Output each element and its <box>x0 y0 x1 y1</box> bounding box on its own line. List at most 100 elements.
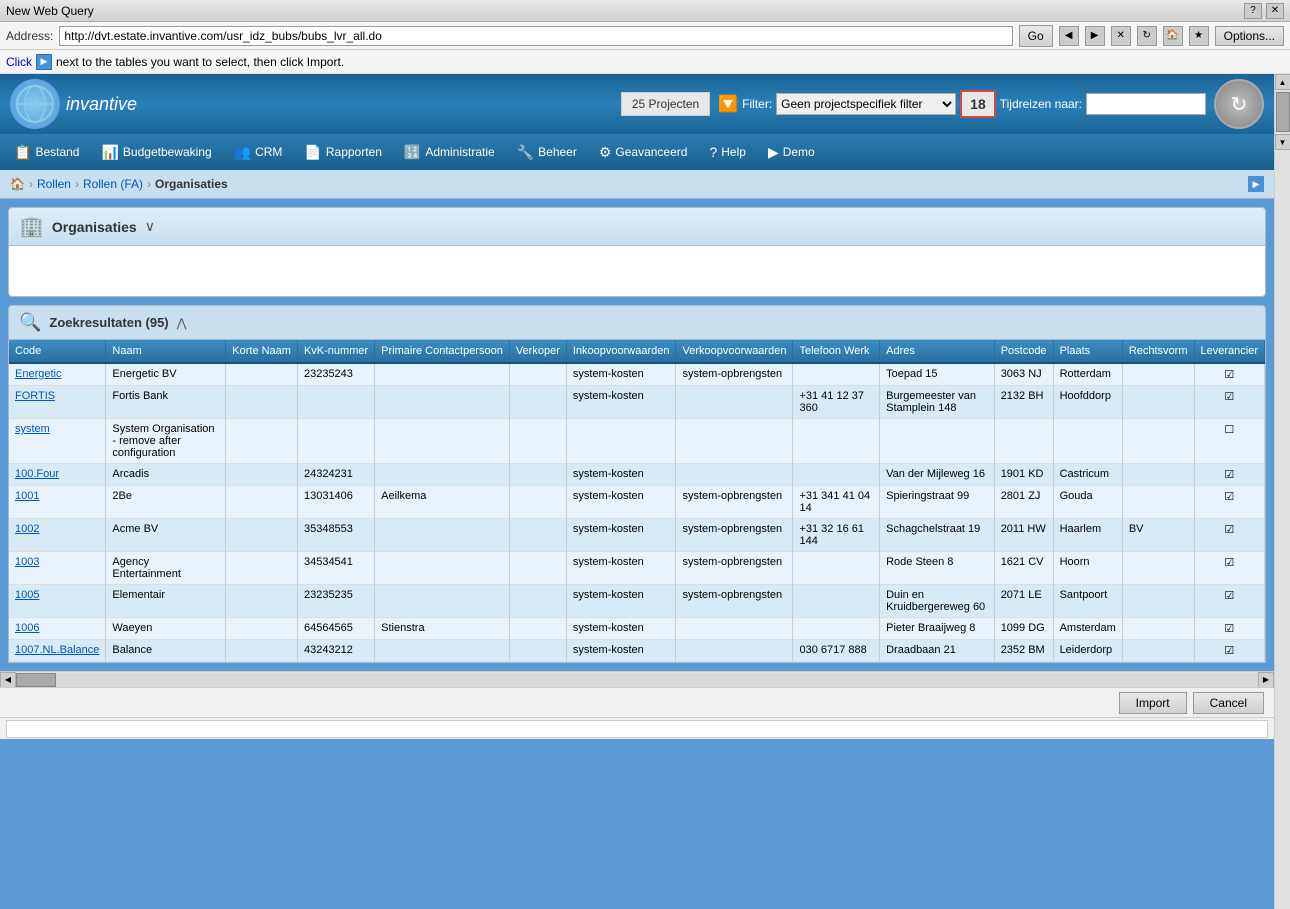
options-button[interactable]: Options... <box>1215 26 1284 46</box>
beheer-icon: 🔧 <box>517 144 534 161</box>
address-bar: Address: Go ◀ ▶ ✕ ↻ 🏠 ★ Options... <box>0 22 1290 50</box>
col-primaire: Primaire Contactpersoon <box>375 340 510 363</box>
table-row: 1005Elementair23235235system-kostensyste… <box>9 585 1265 618</box>
scroll-thumb-vertical[interactable] <box>1276 92 1290 132</box>
nav-administratie[interactable]: 🔢 Administratie <box>394 138 505 166</box>
table-body: EnergeticEnergetic BV23235243system-kost… <box>9 363 1265 662</box>
results-table-container[interactable]: Code Naam Korte Naam KvK-nummer Primaire… <box>8 340 1266 663</box>
nav-budgetbewaking[interactable]: 📊 Budgetbewaking <box>91 138 221 166</box>
table-row: 10012Be13031406Aeilkemasystem-kostensyst… <box>9 486 1265 519</box>
scroll-right-icon[interactable]: ▶ <box>1258 672 1274 688</box>
collapse-icon[interactable]: ⋀ <box>177 316 187 330</box>
rapporten-icon: 📄 <box>304 144 321 161</box>
status-bar <box>0 717 1274 739</box>
help-icon: ? <box>709 144 717 160</box>
scroll-track[interactable] <box>16 673 1258 687</box>
back-icon[interactable]: ◀ <box>1059 26 1079 46</box>
filter-area: 🔽 Filter: Geen projectspecifiek filter 1… <box>718 90 1206 118</box>
breadcrumb-current: Organisaties <box>155 177 228 191</box>
breadcrumb: 🏠 › Rollen › Rollen (FA) › Organisaties … <box>0 170 1274 199</box>
crm-icon: 👥 <box>234 144 251 161</box>
scroll-up-icon[interactable]: ▲ <box>1275 74 1290 90</box>
bottom-bar: Import Cancel <box>0 687 1274 717</box>
address-input[interactable] <box>59 26 1012 46</box>
col-telefoon: Telefoon Werk <box>793 340 880 363</box>
table-row: 1003Agency Entertainment34534541system-k… <box>9 552 1265 585</box>
horizontal-scrollbar[interactable]: ◀ ▶ <box>0 671 1274 687</box>
cancel-button[interactable]: Cancel <box>1193 692 1264 714</box>
panel-title: Organisaties <box>52 219 137 235</box>
home-icon[interactable]: 🏠 <box>1163 26 1183 46</box>
table-row: EnergeticEnergetic BV23235243system-kost… <box>9 363 1265 386</box>
nav-rapporten[interactable]: 📄 Rapporten <box>294 138 391 166</box>
app-header: invantive 25 Projecten 🔽 Filter: Geen pr… <box>0 74 1274 134</box>
search-icon: 🔍 <box>19 312 41 333</box>
refresh-button[interactable]: ↻ <box>1214 79 1264 129</box>
scroll-thumb[interactable] <box>16 673 56 687</box>
panel-body <box>9 246 1265 296</box>
col-naam: Naam <box>106 340 226 363</box>
projects-badge: 25 Projecten <box>621 92 710 116</box>
breadcrumb-rollen[interactable]: Rollen <box>37 177 71 191</box>
nav-geavanceerd[interactable]: ⚙ Geavanceerd <box>589 138 698 166</box>
table-row: 1002Acme BV35348553system-kostensystem-o… <box>9 519 1265 552</box>
nav-beheer[interactable]: 🔧 Beheer <box>507 138 587 166</box>
address-label: Address: <box>6 29 53 43</box>
nav-crm[interactable]: 👥 CRM <box>224 138 293 166</box>
panel-toggle[interactable]: ∨ <box>145 218 155 235</box>
table-row: 1007.NL.BalanceBalance43243212system-kos… <box>9 640 1265 662</box>
organisaties-panel: 🏢 Organisaties ∨ <box>8 207 1266 297</box>
go-button[interactable]: Go <box>1019 25 1053 47</box>
date-badge: 18 <box>960 90 996 118</box>
stop-icon[interactable]: ✕ <box>1111 26 1131 46</box>
filter-select[interactable]: Geen projectspecifiek filter <box>776 93 956 115</box>
click-link[interactable]: Click <box>6 55 32 69</box>
app-logo: invantive <box>10 79 137 129</box>
tijdreizen-label: Tijdreizen naar: <box>1000 97 1082 111</box>
col-rechtsvorm: Rechtsvorm <box>1122 340 1194 363</box>
budgetbewaking-icon: 📊 <box>101 144 118 161</box>
close-button[interactable]: ✕ <box>1266 3 1284 19</box>
table-row: 100.FourArcadis24324231system-kostenVan … <box>9 464 1265 486</box>
panel-header: 🏢 Organisaties ∨ <box>9 208 1265 246</box>
table-header-row: Code Naam Korte Naam KvK-nummer Primaire… <box>9 340 1265 363</box>
nav-help[interactable]: ? Help <box>699 138 755 166</box>
tijdreizen-input[interactable] <box>1086 93 1206 115</box>
help-button[interactable]: ? <box>1244 3 1262 19</box>
window-controls: ? ✕ <box>1244 3 1284 19</box>
search-title: Zoekresultaten (95) <box>49 315 168 330</box>
status-input[interactable] <box>6 720 1268 738</box>
breadcrumb-home-icon: 🏠 <box>10 177 25 191</box>
breadcrumb-arrow-icon[interactable]: ▶ <box>1248 176 1264 192</box>
col-adres: Adres <box>880 340 995 363</box>
breadcrumb-rollen-fa[interactable]: Rollen (FA) <box>83 177 143 191</box>
scroll-left-icon[interactable]: ◀ <box>0 672 16 688</box>
click-instruction: next to the tables you want to select, t… <box>56 55 344 69</box>
nav-bestand[interactable]: 📋 Bestand <box>4 138 89 166</box>
refresh-icon[interactable]: ↻ <box>1137 26 1157 46</box>
header-right: 25 Projecten 🔽 Filter: Geen projectspeci… <box>621 79 1264 129</box>
demo-icon: ▶ <box>768 144 779 161</box>
col-kortenaam: Korte Naam <box>226 340 298 363</box>
table-row: systemSystem Organisation - remove after… <box>9 419 1265 464</box>
table-row: FORTISFortis Banksystem-kosten+31 41 12 … <box>9 386 1265 419</box>
import-button[interactable]: Import <box>1119 692 1187 714</box>
panel-icon: 🏢 <box>19 214 44 239</box>
nav-menu: 📋 Bestand 📊 Budgetbewaking 👥 CRM 📄 Rappo… <box>0 134 1274 170</box>
favorites-icon[interactable]: ★ <box>1189 26 1209 46</box>
arrow-icon: ▶ <box>36 54 52 70</box>
results-table: Code Naam Korte Naam KvK-nummer Primaire… <box>9 340 1265 662</box>
scroll-down-icon[interactable]: ▼ <box>1275 134 1290 150</box>
col-verkoper: Verkoper <box>509 340 566 363</box>
forward-icon[interactable]: ▶ <box>1085 26 1105 46</box>
col-postcode: Postcode <box>994 340 1053 363</box>
vertical-scrollbar[interactable]: ▲ ▼ <box>1274 74 1290 909</box>
geavanceerd-icon: ⚙ <box>599 144 612 161</box>
logo-icon <box>10 79 60 129</box>
bestand-icon: 📋 <box>14 144 31 161</box>
administratie-icon: 🔢 <box>404 144 421 161</box>
col-inkoop: Inkoopvoorwaarden <box>566 340 676 363</box>
filter-label: Filter: <box>742 97 772 111</box>
col-kvk: KvK-nummer <box>297 340 374 363</box>
nav-demo[interactable]: ▶ Demo <box>758 138 825 166</box>
